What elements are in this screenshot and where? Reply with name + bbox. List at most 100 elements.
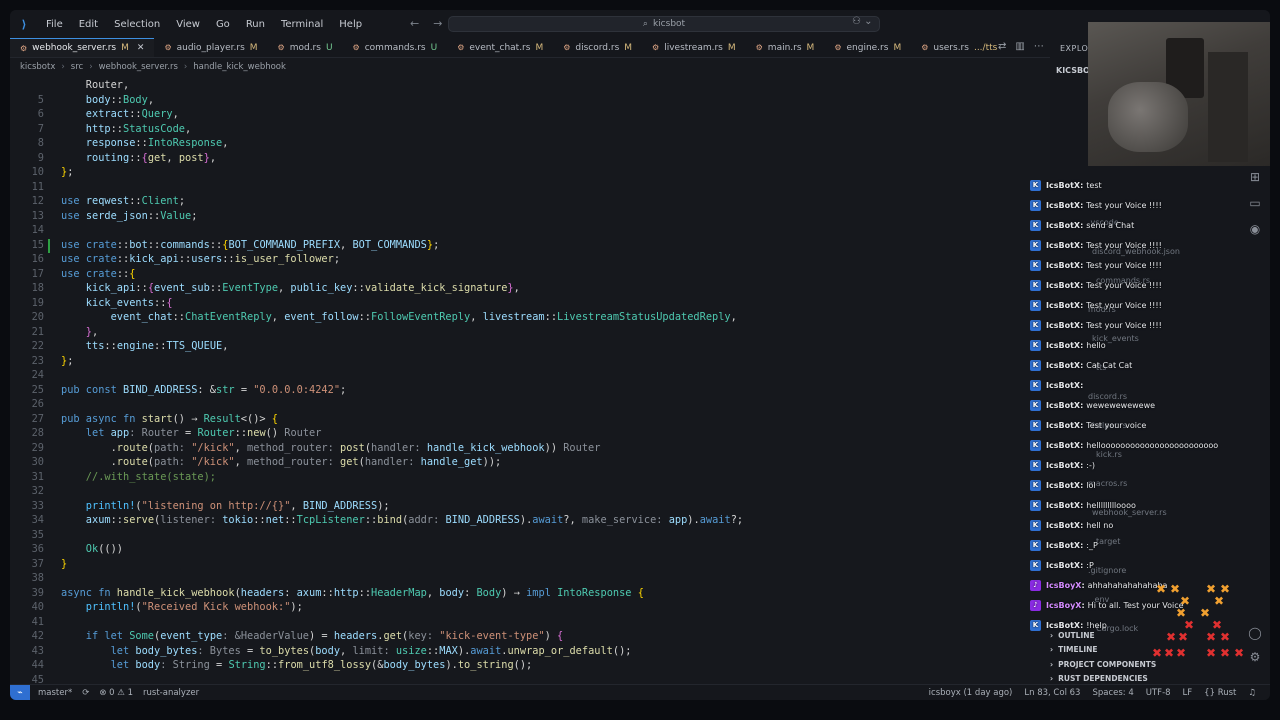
breadcrumb-separator-icon: › <box>183 62 188 72</box>
editor-tab[interactable]: ⚙ engine.rs M <box>824 38 911 57</box>
line-number: 38 <box>31 572 44 585</box>
menu-item-selection[interactable]: Selection <box>106 19 168 30</box>
code-token: Client <box>141 195 179 208</box>
code-token: , <box>234 441 248 454</box>
git-branch[interactable]: master* <box>38 688 72 698</box>
code-token: (); <box>513 659 533 672</box>
more-actions-icon[interactable]: ⋯ <box>1034 41 1044 52</box>
code-token: serve <box>123 514 155 527</box>
split-editor-icon[interactable]: ▥ <box>1015 41 1024 52</box>
encoding[interactable]: UTF-8 <box>1146 688 1171 698</box>
panel-label: OUTLINE <box>1058 630 1095 640</box>
code-editor[interactable]: Router, 5 body::Body, 6 extract::Query, 7 h… <box>10 76 1050 686</box>
end-of-line[interactable]: LF <box>1183 688 1193 698</box>
code-line: 41 <box>10 615 1050 630</box>
code-token: bind <box>377 514 403 527</box>
code-token: , <box>340 644 353 657</box>
menu-item-help[interactable]: Help <box>331 19 370 30</box>
menu-item-go[interactable]: Go <box>208 19 238 30</box>
code-token: ; <box>433 238 440 251</box>
code-line: 20 event_chat::ChatEventReply, event_fol… <box>10 310 1050 325</box>
settings-gear-icon[interactable]: ⚙ <box>1250 650 1261 664</box>
code-token: :: <box>147 209 161 222</box>
rust-file-icon: ⚙ <box>834 43 842 52</box>
editor-tab[interactable]: ⚙ audio_player.rs M <box>154 38 267 57</box>
editor-tab[interactable]: ⚙ users.rs .../tts <box>911 38 1007 57</box>
cursor-position[interactable]: Ln 83, Col 63 <box>1024 688 1080 698</box>
sidebar-panel-rust-dependencies[interactable]: › RUST DEPENDENCIES <box>1050 672 1240 687</box>
line-number: 31 <box>31 470 44 483</box>
stream-chat-overlay: K IcsBotX: test K IcsBotX: Test your Voice !!… <box>1030 160 1240 631</box>
menu-item-terminal[interactable]: Terminal <box>273 19 331 30</box>
chat-text: test <box>1086 180 1102 190</box>
breadcrumb-separator-icon: › <box>61 62 65 72</box>
code-token: let <box>61 427 111 440</box>
code-token: await <box>532 514 564 527</box>
breadcrumb-item[interactable]: webhook_server.rs <box>99 62 178 72</box>
breadcrumb-item[interactable]: src <box>71 62 83 72</box>
code-line: 8 response::IntoResponse, <box>10 136 1050 151</box>
indentation[interactable]: Spaces: 4 <box>1092 688 1133 698</box>
back-arrow-icon[interactable]: ← <box>410 17 419 30</box>
remote-indicator[interactable]: ⌁ <box>10 684 30 700</box>
line-number: 10 <box>31 166 44 179</box>
code-token: body <box>61 93 111 106</box>
remote-explorer-icon[interactable]: ▭ <box>1249 196 1260 210</box>
code-token: handle_get <box>420 456 483 469</box>
code-line: 40 println!("Received Kick webhook:"); <box>10 600 1050 615</box>
chat-message: K IcsBotX: Test your Voice !!!! <box>1030 297 1240 313</box>
code-token: start <box>141 412 173 425</box>
close-icon[interactable]: ✕ <box>137 43 145 53</box>
menu-item-edit[interactable]: Edit <box>71 19 106 30</box>
panel-label: RUST DEPENDENCIES <box>1058 674 1148 684</box>
line-number: 42 <box>31 630 44 643</box>
copilot-icon[interactable]: ⚇ ⌄ <box>852 16 873 27</box>
extensions-icon[interactable]: ⊞ <box>1250 170 1260 184</box>
code-token: ; <box>191 209 198 222</box>
compare-icon[interactable]: ⇄ <box>998 41 1006 52</box>
editor-tab[interactable]: ⚙ event_chat.rs M <box>447 38 553 57</box>
code-token: ; <box>67 166 74 179</box>
rust-file-icon: ⚙ <box>164 43 172 52</box>
code-token: :: <box>352 282 365 295</box>
editor-tab[interactable]: ⚙ mod.rs U <box>268 38 343 57</box>
notifications-icon[interactable]: ♫ <box>1248 688 1256 698</box>
menu-item-run[interactable]: Run <box>238 19 273 30</box>
language-mode[interactable]: {} Rust <box>1204 688 1236 698</box>
chevron-right-icon: › <box>1050 674 1054 684</box>
breadcrumb-item[interactable]: handle_kick_webhook <box>193 62 286 72</box>
account-icon[interactable]: ◯ <box>1248 626 1261 640</box>
editor-tab[interactable]: ⚙ discord.rs M <box>553 38 642 57</box>
kick-icon: K <box>1030 619 1041 631</box>
breadcrumb-item[interactable]: kicsbotx <box>20 62 55 72</box>
forward-arrow-icon[interactable]: → <box>433 17 442 30</box>
code-token: println! <box>61 499 136 512</box>
code-token: BOT_COMMANDS <box>352 238 427 251</box>
line-number: 39 <box>31 586 44 599</box>
code-token: if let <box>61 630 130 643</box>
editor-tab[interactable]: ⚙ livestream.rs M <box>642 38 746 57</box>
git-blame[interactable]: icsboyx (1 day ago) <box>929 688 1013 698</box>
docker-icon[interactable]: ◉ <box>1250 222 1260 236</box>
code-token: : <box>464 586 477 599</box>
code-text: use crate::kick_api::users::is_user_foll… <box>61 253 340 265</box>
code-token: : String <box>160 659 210 672</box>
sync-icon[interactable]: ⟳ <box>82 688 89 698</box>
rust-analyzer-status[interactable]: rust-analyzer <box>143 688 199 698</box>
editor-tab[interactable]: ⚙ webhook_server.rs M ✕ <box>10 38 155 57</box>
problems-count[interactable]: ⊗ 0 ⚠ 1 <box>99 688 133 698</box>
command-center-search[interactable]: ⌕ kicsbot <box>448 16 880 32</box>
menu-item-view[interactable]: View <box>168 19 208 30</box>
editor-tab[interactable]: ⚙ main.rs M <box>746 38 825 57</box>
editor-tab[interactable]: ⚙ commands.rs U <box>343 38 448 57</box>
code-token: MAX <box>439 644 458 657</box>
code-token: engine <box>116 340 155 353</box>
emote-x-icon: ✖ <box>1234 646 1245 660</box>
code-token: "/kick" <box>191 456 235 469</box>
chat-text: :P <box>1086 560 1094 570</box>
code-token: , <box>147 93 155 106</box>
emote-x-icon: ✖ <box>1206 646 1217 660</box>
code-token: ; <box>67 354 74 367</box>
menu-item-file[interactable]: File <box>38 19 71 30</box>
code-token: event_follow <box>284 311 359 324</box>
